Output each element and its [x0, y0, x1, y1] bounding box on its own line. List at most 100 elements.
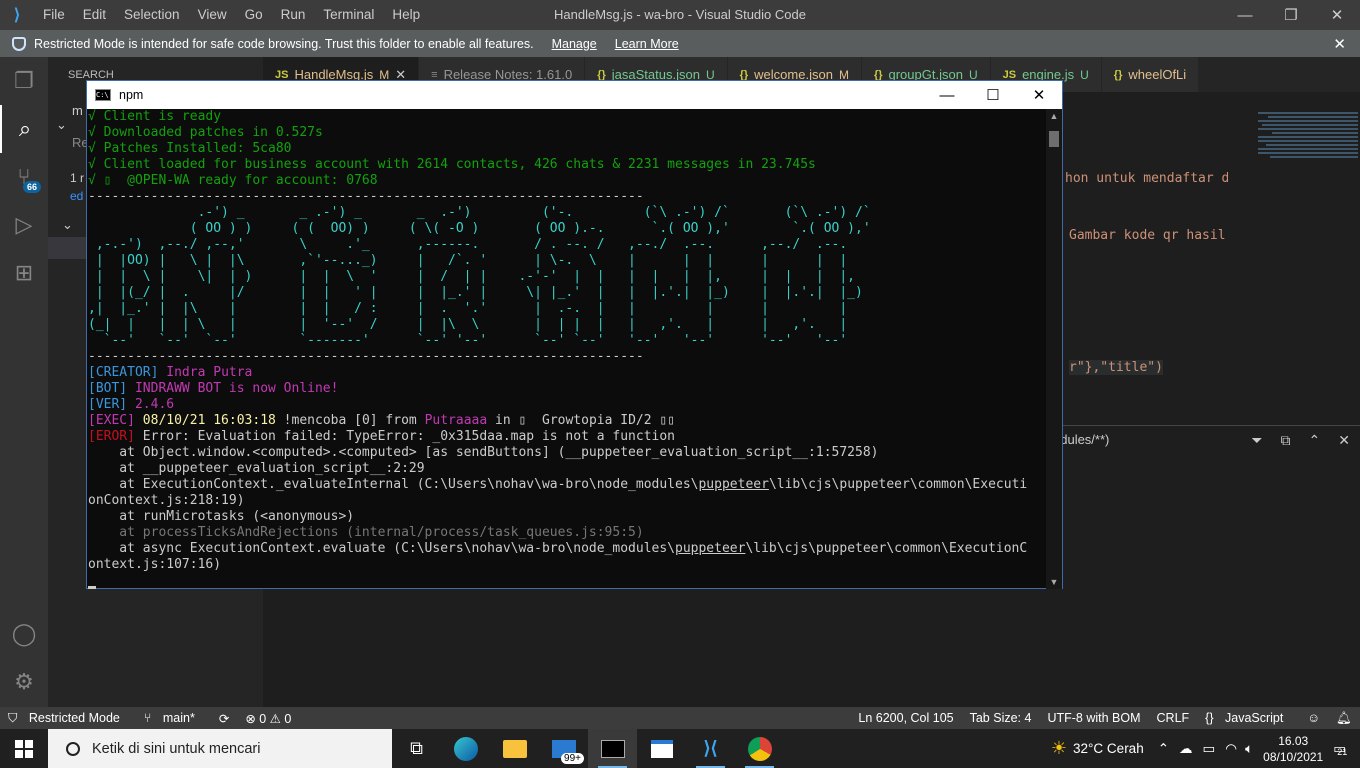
stack-line: at processTicksAndRejections (internal/p…	[88, 525, 644, 540]
maximize-panel-icon[interactable]: ⌃	[1309, 432, 1321, 449]
accounts-icon[interactable]: ◯	[0, 610, 48, 658]
manage-link[interactable]: Manage	[552, 37, 597, 51]
console-window-controls: — ☐ ✕	[924, 81, 1062, 109]
learn-more-link[interactable]: Learn More	[615, 37, 679, 51]
json-icon: {}	[1113, 68, 1123, 81]
source-control-badge: 66	[22, 181, 41, 193]
system-tray: ☀ 32°C Cerah ⌃ ☁ ▭ ◠ 🔈︎ 16.03 08/10/2021…	[1051, 729, 1360, 768]
minimize-icon[interactable]: —	[1222, 0, 1268, 30]
stack-line: ontext.js:107:16)	[88, 557, 222, 572]
exec-line: [EXEC] 08/10/21 16:03:18 !mencoba [0] fr…	[88, 413, 676, 428]
minimize-icon[interactable]: —	[924, 81, 970, 109]
chevron-down-icon[interactable]: ⌄	[56, 117, 67, 133]
close-icon[interactable]: ✕	[1314, 0, 1360, 30]
menu-view[interactable]: View	[189, 0, 236, 30]
minimap[interactable]	[1228, 110, 1358, 420]
tab-label: wheelOfLi	[1128, 67, 1187, 82]
app-window-icon[interactable]	[637, 729, 686, 768]
sync-icon[interactable]: ⟳	[211, 711, 237, 726]
mail-badge: 99+	[561, 753, 584, 764]
battery-icon[interactable]: ▭	[1203, 741, 1216, 757]
window-controls: — ❐ ✕	[1222, 0, 1360, 30]
search-icon	[66, 741, 80, 756]
close-icon[interactable]: ✕	[1016, 81, 1062, 109]
stack-line: at ExecutionContext._evaluateInternal (C…	[88, 477, 1028, 492]
stack-line: at Object.window.<computed>.<computed> […	[88, 445, 879, 460]
vscode-taskbar-icon[interactable]: ⟩⟨	[686, 729, 735, 768]
results-count-fragment: 1 r	[70, 171, 85, 185]
bot-line: [BOT] INDRAWW BOT is now Online!	[88, 381, 339, 396]
results-link-fragment[interactable]: ed	[70, 189, 83, 203]
menu-selection[interactable]: Selection	[115, 0, 189, 30]
edge-browser-icon[interactable]	[441, 729, 490, 768]
mail-icon[interactable]: 99+	[539, 729, 588, 768]
activity-bar: ❐ ⌕ ⑂ 66 ▷ ⊞ ◯ ⚙	[0, 57, 48, 707]
extensions-icon[interactable]: ⊞	[0, 249, 48, 297]
chevron-up-icon[interactable]: ⌃	[1158, 741, 1169, 757]
cursor-position[interactable]: Ln 6200, Col 105	[850, 711, 961, 726]
json-icon: {}	[739, 68, 749, 81]
explorer-icon[interactable]: ❐	[0, 57, 48, 105]
filter-icon[interactable]: ⏷	[1251, 432, 1262, 449]
stack-line: at async ExecutionContext.evaluate (C:\U…	[88, 541, 1028, 556]
maximize-icon[interactable]: ☐	[970, 81, 1016, 109]
menu-run[interactable]: Run	[272, 0, 315, 30]
chevron-down-icon[interactable]: ⌄	[62, 217, 73, 233]
close-banner-icon[interactable]: ✕	[1333, 35, 1346, 53]
search-icon[interactable]: ⌕	[0, 105, 48, 153]
scrollbar-thumb[interactable]	[1049, 131, 1059, 147]
onedrive-cloud-icon[interactable]: ☁	[1179, 741, 1193, 757]
console-output[interactable]: √ Client is ready √ Downloaded patches in…	[87, 109, 1047, 589]
feedback-icon[interactable]: ☺	[1299, 711, 1328, 726]
language-mode[interactable]: {} JavaScript	[1197, 711, 1299, 726]
clock[interactable]: 16.03 08/10/2021	[1263, 733, 1323, 765]
command-prompt-icon[interactable]	[588, 729, 637, 768]
source-control-icon[interactable]: ⑂ 66	[0, 153, 48, 201]
menu-file[interactable]: File	[34, 0, 74, 30]
notifications-bell-icon[interactable]: 🔔︎	[1328, 711, 1360, 726]
weather-text[interactable]: 32°C Cerah	[1073, 741, 1144, 756]
scroll-up-icon[interactable]: ▲	[1046, 111, 1062, 121]
menu-terminal[interactable]: Terminal	[314, 0, 383, 30]
task-view-icon[interactable]: ⧉	[392, 729, 441, 768]
console-prompt[interactable]	[88, 573, 1047, 589]
wifi-icon[interactable]: ◠	[1225, 741, 1237, 757]
separator-line: ----------------------------------------…	[88, 189, 644, 204]
start-button[interactable]	[0, 729, 48, 768]
volume-icon[interactable]: 🔈︎	[1245, 741, 1253, 757]
taskbar-search-box[interactable]: Ketik di sini untuk mencari	[48, 729, 392, 768]
tab-size[interactable]: Tab Size: 4	[962, 711, 1040, 726]
tab-wheeloflife[interactable]: {} wheelOfLi	[1101, 57, 1200, 92]
restore-icon[interactable]: ❐	[1268, 0, 1314, 30]
run-debug-icon[interactable]: ▷	[0, 201, 48, 249]
code-fragment: Gambar kode qr hasil	[1069, 228, 1226, 243]
console-titlebar[interactable]: C:\ npm — ☐ ✕	[87, 81, 1062, 109]
close-panel-icon[interactable]: ✕	[1338, 432, 1350, 449]
line-ending[interactable]: CRLF	[1149, 711, 1198, 726]
notification-center-icon[interactable]: ▭ 21	[1333, 741, 1347, 757]
log-line: √ Downloaded patches in 0.527s	[88, 125, 323, 140]
problems-status[interactable]: ⊗ 0 ⚠ 0	[237, 711, 299, 726]
menu-go[interactable]: Go	[236, 0, 272, 30]
menu-edit[interactable]: Edit	[74, 0, 115, 30]
json-icon: {}	[873, 68, 883, 81]
npm-console-window[interactable]: C:\ npm — ☐ ✕ √ Client is ready √ Downloa…	[86, 80, 1063, 589]
search-input-fragment[interactable]: m	[72, 103, 83, 118]
file-explorer-icon[interactable]	[490, 729, 539, 768]
stack-line: at __puppeteer_evaluation_script__:2:29	[88, 461, 425, 476]
status-bar: ⛉ Restricted Mode ⑂ main* ⟳ ⊗ 0 ⚠ 0 Ln 6…	[0, 707, 1360, 729]
log-line: √ Client is ready	[88, 109, 222, 124]
encoding[interactable]: UTF-8 with BOM	[1039, 711, 1148, 726]
collapse-icon[interactable]: ⧉	[1281, 432, 1291, 449]
weather-sun-icon[interactable]: ☀	[1051, 738, 1067, 759]
menu-help[interactable]: Help	[383, 0, 429, 30]
console-scrollbar[interactable]: ▲ ▼	[1046, 109, 1062, 589]
settings-gear-icon[interactable]: ⚙	[0, 658, 48, 706]
clock-date: 08/10/2021	[1263, 749, 1324, 764]
chrome-icon[interactable]	[735, 729, 784, 768]
branch-status[interactable]: ⑂ main*	[136, 711, 211, 725]
windows-logo-icon	[15, 739, 33, 758]
restricted-mode-status[interactable]: ⛉ Restricted Mode	[0, 711, 136, 726]
scroll-down-icon[interactable]: ▼	[1046, 577, 1062, 587]
restricted-mode-banner: Restricted Mode is intended for safe cod…	[0, 30, 1360, 57]
